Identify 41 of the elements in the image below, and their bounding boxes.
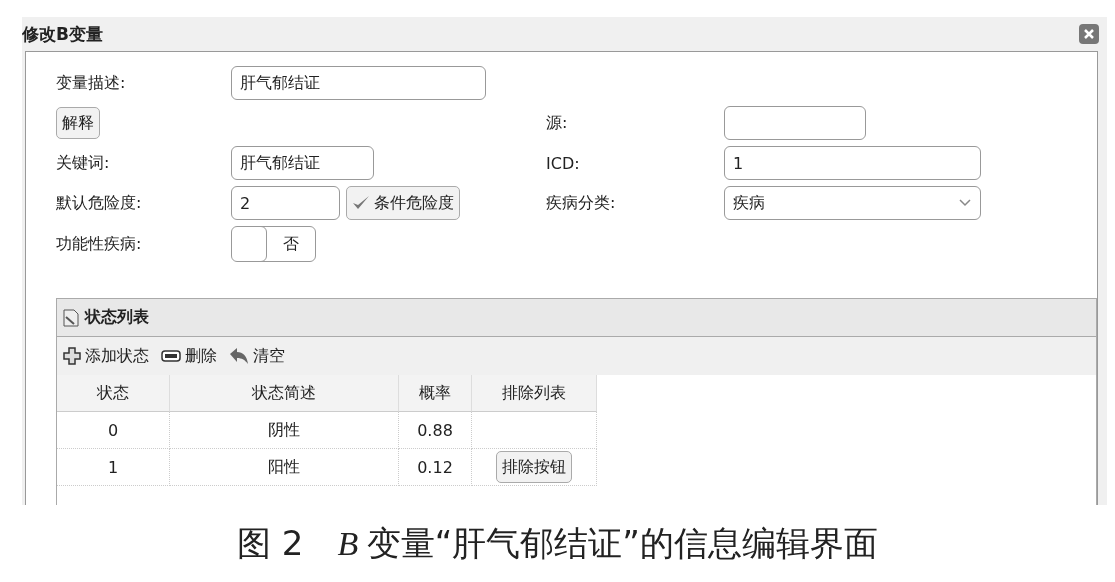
column-header: 状态简述 bbox=[170, 375, 399, 412]
window-title: 修改B变量 bbox=[22, 22, 103, 46]
field-label: ICD: bbox=[546, 153, 581, 173]
figure-caption: 图 2 B 变量“肝气郁结证”的信息编辑界面 bbox=[236, 521, 879, 565]
field-label: 功能性疾病: bbox=[56, 233, 143, 255]
field-label: 默认危险度: bbox=[56, 192, 143, 214]
check-icon bbox=[352, 195, 370, 211]
toolbar-button[interactable]: 清空 bbox=[229, 345, 285, 367]
table-cell: 阴性 bbox=[170, 412, 399, 449]
table-cell: 阳性 bbox=[170, 449, 399, 486]
close-icon bbox=[1083, 28, 1095, 40]
column-header: 概率 bbox=[399, 375, 472, 412]
column-header: 状态 bbox=[57, 375, 170, 412]
field-label: 源: bbox=[546, 112, 569, 134]
field-label: 疾病分类: bbox=[546, 192, 617, 214]
table-cell: 0.88 bbox=[399, 412, 472, 449]
text-field[interactable]: 肝气郁结证 bbox=[231, 66, 486, 100]
text-field[interactable]: 1 bbox=[724, 146, 981, 180]
column-header: 排除列表 bbox=[472, 375, 597, 412]
text-field[interactable] bbox=[724, 106, 866, 140]
explain-button[interactable]: 解释 bbox=[56, 107, 100, 139]
text-field[interactable]: 肝气郁结证 bbox=[231, 146, 374, 180]
close-button[interactable] bbox=[1079, 24, 1099, 44]
undo-arrow-icon bbox=[229, 347, 249, 365]
conditional-risk-button[interactable]: 条件危险度 bbox=[346, 186, 460, 220]
plus-icon bbox=[63, 347, 81, 365]
chevron-down-icon bbox=[958, 198, 972, 208]
minus-icon bbox=[161, 349, 181, 363]
table-cell: 0 bbox=[57, 412, 170, 449]
table-cell: 0.12 bbox=[399, 449, 472, 486]
field-label: 变量描述: bbox=[56, 72, 127, 94]
number-field[interactable]: 2 bbox=[231, 186, 340, 220]
toggle-switch[interactable]: 否 bbox=[231, 226, 316, 262]
exclude-button[interactable]: 排除按钮 bbox=[496, 451, 572, 483]
document-icon bbox=[63, 308, 79, 327]
panel-title: 状态列表 bbox=[85, 307, 149, 328]
field-label: 关键词: bbox=[56, 152, 111, 174]
toolbar-button[interactable]: 删除 bbox=[161, 345, 217, 367]
toolbar-button[interactable]: 添加状态 bbox=[63, 345, 149, 367]
dropdown[interactable]: 疾病 bbox=[724, 186, 981, 220]
table-cell: 1 bbox=[57, 449, 170, 486]
